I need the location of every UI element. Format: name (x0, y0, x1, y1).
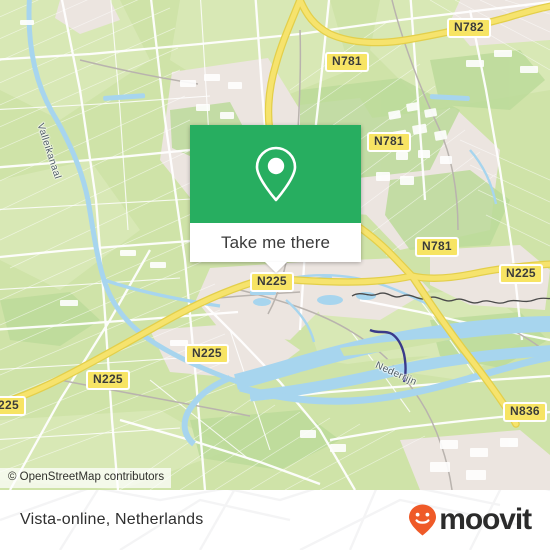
road-shield: N225 (86, 370, 130, 390)
map-pin-icon (255, 146, 296, 202)
road-shield: N781 (325, 52, 369, 72)
road-shield: N782 (447, 18, 491, 38)
road-shield: N225 (250, 272, 294, 292)
footer-bar: Vista-online, Netherlands moovit (0, 490, 550, 550)
place-title: Vista-online, Netherlands (20, 511, 204, 528)
road-shield: N836 (503, 402, 547, 422)
road-shield: 225 (0, 396, 26, 416)
callout-tail (264, 262, 287, 273)
moovit-location-card: N782 N781 N781 N781 N225 N225 N225 N225 225 N836 … (0, 0, 550, 550)
moovit-pin-icon (409, 504, 437, 536)
road-shield: N225 (185, 344, 229, 364)
callout-pin-area (190, 125, 361, 223)
road-shield: N781 (415, 237, 459, 257)
road-shield: N781 (367, 132, 411, 152)
map-canvas[interactable]: N782 N781 N781 N781 N225 N225 N225 N225 225 N836 … (0, 0, 550, 490)
osm-attribution[interactable]: © OpenStreetMap contributors (0, 468, 172, 488)
location-callout[interactable]: Take me there (190, 125, 361, 273)
take-me-there-button[interactable]: Take me there (190, 223, 361, 262)
take-me-there-label: Take me there (220, 232, 331, 252)
road-shield: N225 (499, 264, 543, 284)
moovit-brand[interactable]: moovit (407, 503, 532, 537)
moovit-wordmark: moovit (439, 503, 532, 536)
